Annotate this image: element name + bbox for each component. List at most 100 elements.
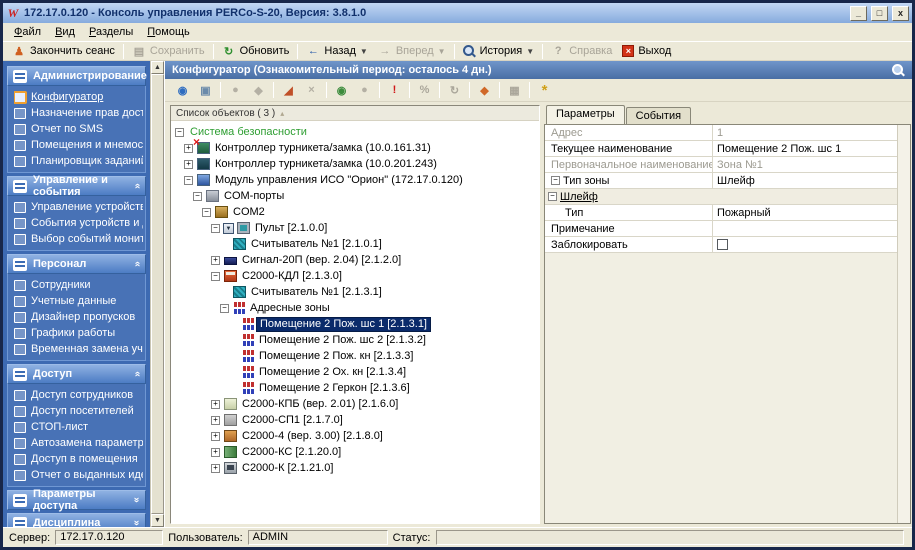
collapse-chevron-icon[interactable]: « [132,497,142,503]
tree-node[interactable]: Считыватель №1 [2.1.3.1] [171,284,539,300]
sidebar-item-scheduler[interactable]: Планировщик заданий [14,153,143,169]
sidebar-item-device-control[interactable]: Управление устройствами и... [14,199,143,215]
tree-expander[interactable]: + [211,448,220,457]
scroll-up-button[interactable]: ▲ [151,61,164,74]
tree-node[interactable]: + Сигнал-20П (вер. 2.04) [2.1.2.0] [171,252,539,268]
tab-events[interactable]: События [626,107,691,124]
property-expander[interactable]: − [551,176,560,185]
subordinate-marker-icon[interactable]: ▼ [223,223,234,234]
sidebar-item-sms-report[interactable]: Отчет по SMS [14,121,143,137]
sidebar-item-access-rights[interactable]: Назначение прав доступа о... [14,105,143,121]
tree-node[interactable]: − COM2 [171,204,539,220]
menu-sections[interactable]: Разделы [82,24,140,40]
property-grid-scrollbar[interactable] [897,125,910,523]
dropdown-arrow-icon[interactable]: ▼ [438,47,446,56]
refresh-button[interactable]: ↻Обновить [217,44,295,59]
close-button[interactable]: x [892,6,909,21]
tree-node[interactable]: Помещение 2 Геркон [2.1.3.6] [171,380,539,396]
delete-button[interactable]: × [300,81,323,100]
sidebar-item-employees[interactable]: Сотрудники [14,277,143,293]
bell-button[interactable]: ◆ [247,81,270,100]
tree-expander[interactable]: + [211,416,220,425]
minimize-button[interactable]: _ [850,6,867,21]
search-object-button[interactable]: ◉ [171,81,194,100]
tree-expander[interactable]: − [184,176,193,185]
resources-button[interactable]: ◆ [473,81,496,100]
tree-node[interactable]: + С2000-4 (вер. 3.00) [2.1.8.0] [171,428,539,444]
sidebar-item-temp-replacement[interactable]: Временная замена учетных ... [14,341,143,357]
dropdown-arrow-icon[interactable]: ▼ [526,47,534,56]
tree-node[interactable]: − ▼Пульт [2.1.0.0] [171,220,539,236]
tree-node[interactable]: − Система безопасности [171,124,539,140]
tree-node[interactable]: + С2000-К [2.1.21.0] [171,460,539,476]
collapse-chevron-icon[interactable]: « [132,183,142,189]
collapse-chevron-icon[interactable]: « [132,371,142,377]
workstation-button[interactable]: ▣ [194,81,217,100]
tree-node[interactable]: Помещение 2 Пож. кн [2.1.3.3] [171,348,539,364]
tree-node[interactable]: − Модуль управления ИСО "Орион" (172.17.… [171,172,539,188]
tree-node[interactable]: − С2000-КДЛ [2.1.3.0] [171,268,539,284]
sidebar-item-auto-replace[interactable]: Автозамена параметров до... [14,435,143,451]
tree-expander[interactable]: − [211,272,220,281]
tree-expander[interactable]: − [220,304,229,313]
tree-node[interactable]: − Адресные зоны [171,300,539,316]
tree-expander[interactable]: − [175,128,184,137]
tree-expander[interactable]: + [184,144,193,153]
sidebar-item-work-schedules[interactable]: Графики работы [14,325,143,341]
tree-node[interactable]: Считыватель №1 [2.1.0.1] [171,236,539,252]
tree-node[interactable]: + Контроллер турникета/замка (10.0.201.2… [171,156,539,172]
sidebar-item-device-events[interactable]: События устройств и дейст... [14,215,143,231]
sidebar-item-accounts[interactable]: Учетные данные [14,293,143,309]
badge-button[interactable]: ● [224,81,247,100]
tree-expander[interactable]: − [211,224,220,233]
sidebar-item-room-access[interactable]: Доступ в помещения [14,451,143,467]
tree-expander[interactable]: + [211,432,220,441]
property-expander[interactable]: − [548,192,557,201]
back-button[interactable]: ←Назад▼ [301,44,372,58]
tree-expander[interactable]: + [211,256,220,265]
tree-expander[interactable]: − [193,192,202,201]
menu-view[interactable]: Вид [48,24,82,40]
sidebar-item-configurator[interactable]: Конфигуратор [14,89,143,105]
sidebar-item-badge-designer[interactable]: Дизайнер пропусков [14,309,143,325]
dropdown-arrow-icon[interactable]: ▼ [360,47,368,56]
recycle-button[interactable]: ↻ [443,81,466,100]
display-button[interactable]: ▦ [503,81,526,100]
sphere-button[interactable]: ● [353,81,376,100]
tab-parameters[interactable]: Параметры [546,105,625,124]
lock-checkbox[interactable] [717,239,728,250]
tree-node[interactable]: + С2000-КПБ (вер. 2.01) [2.1.6.0] [171,396,539,412]
percent-button[interactable]: % [413,81,436,100]
tree-node[interactable]: + С2000-КС [2.1.20.0] [171,444,539,460]
tree-expander[interactable]: − [202,208,211,217]
tree-expander[interactable]: + [211,400,220,409]
maximize-button[interactable]: □ [871,6,888,21]
sidebar-item-stop-list[interactable]: СТОП-лист [14,419,143,435]
tree-node[interactable]: Помещение 2 Пож. шс 1 [2.1.3.1] [171,316,539,332]
tree-node[interactable]: + Контроллер турникета/замка (10.0.161.3… [171,140,539,156]
tree-node[interactable]: − COM-порты [171,188,539,204]
web-button[interactable]: ◉ [330,81,353,100]
collapse-chevron-icon[interactable]: « [132,520,142,526]
wizard-button[interactable]: * [533,81,556,100]
tree-expander[interactable]: + [184,160,193,169]
history-button[interactable]: История▼ [458,44,540,59]
tree-node[interactable]: + С2000-СП1 [2.1.7.0] [171,412,539,428]
sidebar-item-visitor-access[interactable]: Доступ посетителей [14,403,143,419]
forward-button[interactable]: →Вперед▼ [373,44,451,58]
end-session-button[interactable]: ♟Закончить сеанс [7,44,120,59]
tree-node[interactable]: Помещение 2 Пож. шс 2 [2.1.3.2] [171,332,539,348]
scrollbar-thumb[interactable] [151,74,164,514]
sidebar-item-rooms-mnemo[interactable]: Помещения и мнемосхема [14,137,143,153]
exit-button[interactable]: ×Выход [617,44,676,58]
monitor-search-icon[interactable] [892,64,905,77]
sidebar-item-employee-access[interactable]: Доступ сотрудников [14,387,143,403]
edit-button[interactable]: ◢ [277,81,300,100]
sidebar-item-monitoring-events[interactable]: Выбор событий мониторинга [14,231,143,247]
scroll-down-button[interactable]: ▼ [151,514,164,527]
tree-node[interactable]: Помещение 2 Ох. кн [2.1.3.4] [171,364,539,380]
object-list-header[interactable]: Список объектов ( 3 ) ▴ [171,106,539,121]
sidebar-item-id-report[interactable]: Отчет о выданных идентиф... [14,467,143,483]
tree-expander[interactable]: + [211,464,220,473]
menu-help[interactable]: Помощь [140,24,197,40]
